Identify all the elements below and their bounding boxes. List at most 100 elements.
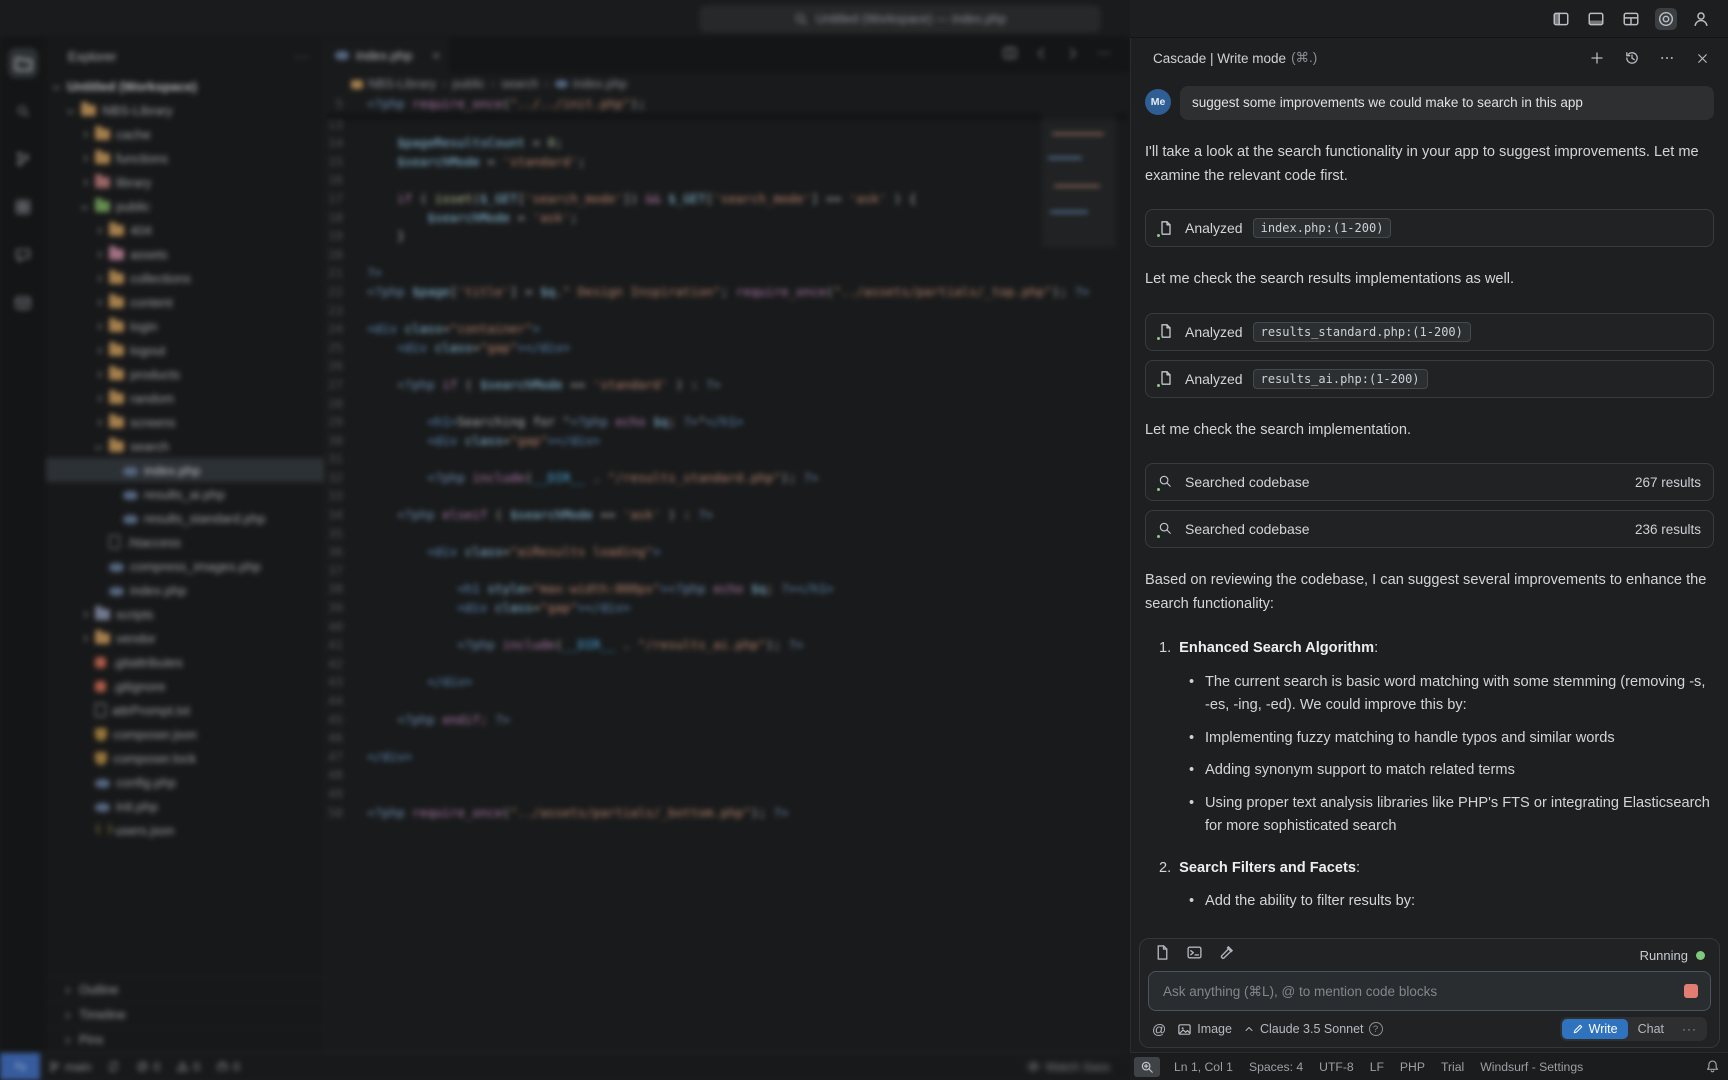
status-trial[interactable]: Trial bbox=[1433, 1053, 1472, 1080]
code-line[interactable]: 13 bbox=[325, 116, 1130, 135]
code-line[interactable]: 49 bbox=[325, 785, 1130, 804]
status-error[interactable]: 0 bbox=[128, 1053, 168, 1080]
status-ports[interactable]: 0 bbox=[208, 1053, 248, 1080]
tree-item-library[interactable]: library bbox=[46, 170, 324, 194]
tree-item-public[interactable]: public bbox=[46, 194, 324, 218]
nav-back-button[interactable] bbox=[1034, 46, 1049, 66]
tree-item-logout[interactable]: logout bbox=[46, 338, 324, 362]
model-selector[interactable]: Claude 3.5 Sonnet ? bbox=[1243, 1022, 1383, 1036]
section-outline[interactable]: Outline bbox=[46, 977, 324, 1002]
tree-item-index-php[interactable]: index.php bbox=[46, 458, 324, 482]
code-line[interactable]: 44 bbox=[325, 692, 1130, 711]
split-editor-button[interactable] bbox=[1002, 45, 1018, 66]
code-line[interactable]: 29 <h1>Searching for "<?php echo $q; ?>"… bbox=[325, 413, 1130, 432]
code-line[interactable]: 22<?php $page['title'] = $q." Design Ins… bbox=[325, 283, 1130, 302]
tree-item-nbs-library[interactable]: NBS-Library bbox=[46, 98, 324, 122]
code-line[interactable]: 41 <?php include(__DIR__ . "/results_ai.… bbox=[325, 636, 1130, 655]
status-windsurf-settings[interactable]: Windsurf - Settings bbox=[1472, 1053, 1591, 1080]
tree-item-attrprompt-txt[interactable]: attrPrompt.txt bbox=[46, 698, 324, 722]
code-line[interactable]: 34 <?php elseif ( $searchMode == 'ask' )… bbox=[325, 506, 1130, 525]
code-line[interactable]: 46 bbox=[325, 729, 1130, 748]
zoom-status-button[interactable] bbox=[1134, 1057, 1160, 1077]
code-line[interactable]: 14 $pageResultsCount = 0; bbox=[325, 134, 1130, 153]
tree-item-composer-json[interactable]: composer.json bbox=[46, 722, 324, 746]
new-file-button[interactable] bbox=[1154, 944, 1171, 966]
more-button[interactable] bbox=[1657, 48, 1677, 68]
code-line[interactable]: 26 bbox=[325, 357, 1130, 376]
code-line[interactable]: 45 <?php endif; ?> bbox=[325, 711, 1130, 730]
tree-item-collections[interactable]: collections bbox=[46, 266, 324, 290]
tree-item-assets[interactable]: assets bbox=[46, 242, 324, 266]
tree-item--gitignore[interactable]: .gitignore bbox=[46, 674, 324, 698]
more-button[interactable] bbox=[1096, 45, 1112, 66]
model-help-icon[interactable]: ? bbox=[1369, 1022, 1383, 1036]
tool-card-analyzed[interactable]: Analyzedresults_ai.php:(1-200) bbox=[1145, 360, 1714, 398]
tool-card-analyzed[interactable]: Analyzedindex.php:(1-200) bbox=[1145, 209, 1714, 247]
tree-item-init-php[interactable]: init.php bbox=[46, 794, 324, 818]
nav-forward-button[interactable] bbox=[1065, 46, 1080, 66]
chat-scroll-area[interactable]: Me suggest some improvements we could ma… bbox=[1131, 78, 1728, 938]
tree-item-scripts[interactable]: scripts bbox=[46, 602, 324, 626]
code-editor[interactable]: 5<?php require_once("../../init.php"); 1… bbox=[325, 95, 1130, 1052]
code-line[interactable]: 24<div class="container"> bbox=[325, 320, 1130, 339]
chat-input[interactable] bbox=[1161, 983, 1684, 1000]
history-button[interactable] bbox=[1622, 48, 1642, 68]
code-line[interactable]: 36 <div class="aiResults loading"> bbox=[325, 543, 1130, 562]
code-line[interactable]: 30 <div class="gap"></div> bbox=[325, 432, 1130, 451]
breadcrumb-item[interactable]: search bbox=[501, 77, 539, 91]
breadcrumb[interactable]: NBS-Library›public›search›index.php bbox=[325, 73, 1130, 95]
explorer-more-icon[interactable]: ··· bbox=[294, 49, 310, 64]
tool-card-analyzed[interactable]: Analyzedresults_standard.php:(1-200) bbox=[1145, 313, 1714, 351]
toggle-primary-sidebar-button[interactable] bbox=[1550, 8, 1572, 30]
tree-item-results-standard-php[interactable]: results_standard.php bbox=[46, 506, 324, 530]
tree-item-vendor[interactable]: vendor bbox=[46, 626, 324, 650]
command-center-search[interactable]: Untitled (Workspace) — index.php bbox=[700, 6, 1100, 32]
status-branch[interactable]: main bbox=[40, 1053, 99, 1080]
terminal-button[interactable] bbox=[1186, 944, 1203, 966]
status-lf[interactable]: LF bbox=[1362, 1053, 1392, 1080]
code-line[interactable]: 47</div> bbox=[325, 748, 1130, 767]
tree-item-composer-lock[interactable]: composer.lock bbox=[46, 746, 324, 770]
tree-item-functions[interactable]: functions bbox=[46, 146, 324, 170]
tree-item-404[interactable]: 404 bbox=[46, 218, 324, 242]
tree-item-random[interactable]: random bbox=[46, 386, 324, 410]
code-line[interactable]: 48 bbox=[325, 766, 1130, 785]
tree-item--htaccess[interactable]: .htaccess bbox=[46, 530, 324, 554]
code-line[interactable]: 35 bbox=[325, 525, 1130, 544]
tree-item-results-ai-php[interactable]: results_ai.php bbox=[46, 482, 324, 506]
watch-sass-status[interactable]: Watch Sass bbox=[1027, 1060, 1110, 1074]
code-line[interactable]: 31 bbox=[325, 450, 1130, 469]
activity-chat-button[interactable] bbox=[8, 240, 38, 270]
activity-search-button[interactable] bbox=[8, 96, 38, 126]
file-range-chip[interactable]: index.php:(1-200) bbox=[1253, 218, 1392, 238]
image-button[interactable]: Image bbox=[1177, 1022, 1232, 1037]
activity-extensions-button[interactable] bbox=[8, 192, 38, 222]
code-line[interactable]: 32 <?php include(__DIR__ . "/results_sta… bbox=[325, 469, 1130, 488]
breadcrumb-item[interactable]: public bbox=[452, 77, 485, 91]
code-line[interactable]: 16 bbox=[325, 171, 1130, 190]
code-line[interactable]: 39 <div class="gap"></div> bbox=[325, 599, 1130, 618]
tab-index-php[interactable]: index.php × bbox=[325, 38, 451, 73]
write-mode-button[interactable]: Write bbox=[1562, 1019, 1628, 1039]
status-ln-1-col-1[interactable]: Ln 1, Col 1 bbox=[1166, 1053, 1241, 1080]
close-button[interactable] bbox=[1692, 48, 1712, 68]
code-line[interactable]: 5<?php require_once("../../init.php"); bbox=[325, 95, 1130, 114]
mcp-tools-button[interactable] bbox=[1218, 944, 1235, 966]
tree-item-content[interactable]: content bbox=[46, 290, 324, 314]
status-warning[interactable]: 0 bbox=[168, 1053, 208, 1080]
code-line[interactable]: 40 bbox=[325, 618, 1130, 637]
tree-item-search[interactable]: search bbox=[46, 434, 324, 458]
file-range-chip[interactable]: results_ai.php:(1-200) bbox=[1253, 369, 1428, 389]
status-utf-8[interactable]: UTF-8 bbox=[1311, 1053, 1362, 1080]
chat-mode-button[interactable]: Chat bbox=[1628, 1019, 1674, 1039]
tree-item-untitled-workspace-[interactable]: Untitled (Workspace) bbox=[46, 74, 324, 98]
breadcrumb-item[interactable]: NBS-Library bbox=[351, 77, 436, 91]
activity-explorer-button[interactable] bbox=[8, 48, 38, 78]
status-sync[interactable] bbox=[99, 1053, 128, 1080]
mention-button[interactable]: @ bbox=[1152, 1021, 1166, 1037]
tree-item-config-php[interactable]: config.php bbox=[46, 770, 324, 794]
code-line[interactable]: 42 bbox=[325, 655, 1130, 674]
tree-item-cache[interactable]: cache bbox=[46, 122, 324, 146]
close-tab-icon[interactable]: × bbox=[432, 48, 440, 63]
section-timeline[interactable]: Timeline bbox=[46, 1002, 324, 1027]
